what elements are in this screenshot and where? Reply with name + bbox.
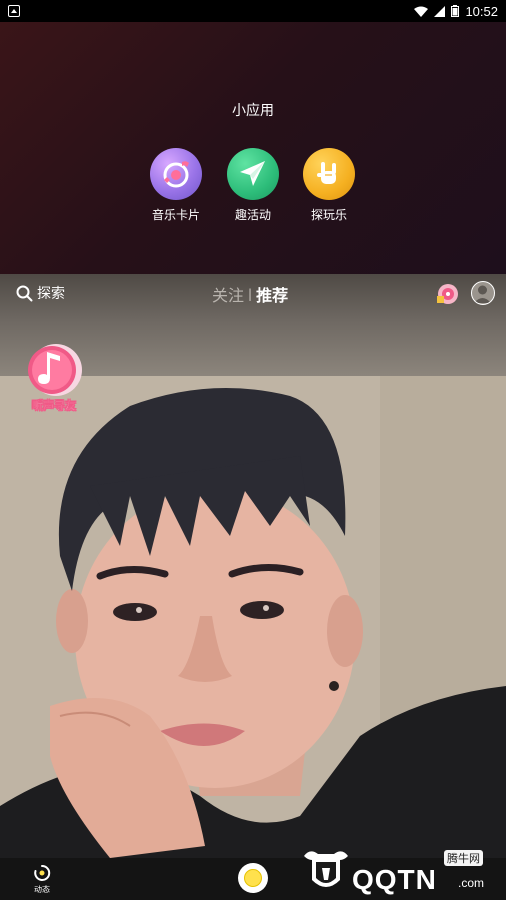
tab-separator: | bbox=[248, 287, 253, 301]
search-label: 探索 bbox=[37, 286, 65, 302]
watermark-sub: 腾牛网 bbox=[444, 850, 483, 866]
mini-app-label: 探玩乐 bbox=[310, 208, 347, 222]
nav-dynamic-label: 动态 bbox=[34, 885, 50, 894]
portrait-illustration bbox=[0, 376, 506, 858]
watermark-dotcom: .com bbox=[458, 876, 485, 890]
record-button[interactable] bbox=[238, 863, 268, 893]
top-nav: 探索 关注 | 推荐 bbox=[0, 274, 506, 314]
mini-app-activities[interactable]: 趣活动 bbox=[218, 148, 288, 223]
bull-logo-icon bbox=[304, 851, 348, 887]
status-right: 10:52 bbox=[414, 4, 498, 19]
avatar[interactable] bbox=[471, 281, 495, 305]
user-silhouette-icon bbox=[474, 285, 491, 303]
signal-icon bbox=[434, 5, 446, 17]
status-left bbox=[8, 5, 20, 17]
search-button[interactable]: 探索 bbox=[16, 283, 65, 303]
mini-app-label: 音乐卡片 bbox=[151, 208, 200, 222]
mini-apps-title: 小应用 bbox=[232, 103, 274, 119]
listen-badge-label: 听声寻友 bbox=[32, 399, 76, 412]
wifi-icon bbox=[414, 6, 429, 17]
battery-icon bbox=[451, 5, 460, 17]
tab-follow[interactable]: 关注 bbox=[212, 282, 244, 306]
notification-icon bbox=[8, 5, 20, 17]
mini-app-music-card[interactable]: 音乐卡片 bbox=[141, 148, 211, 223]
paper-plane-icon bbox=[227, 148, 279, 200]
status-bar: 10:52 bbox=[0, 0, 506, 22]
dynamic-icon bbox=[34, 864, 51, 881]
tab-recommend[interactable]: 推荐 bbox=[256, 282, 288, 306]
status-time: 10:52 bbox=[465, 3, 498, 19]
watermark-brand: QQTN bbox=[352, 864, 437, 895]
mini-app-explore-fun[interactable]: 探玩乐 bbox=[294, 148, 364, 223]
feed-tabs: 关注 | 推荐 bbox=[212, 282, 288, 306]
mini-apps-list: 音乐卡片 趣活动 探玩乐 bbox=[0, 148, 506, 228]
feed: 探索 关注 | 推荐 听声寻友 bbox=[0, 274, 506, 858]
listen-find-friends-badge[interactable]: 听声寻友 bbox=[22, 342, 86, 420]
mini-app-label: 趣活动 bbox=[234, 208, 271, 222]
music-note-disc-icon bbox=[28, 344, 82, 396]
record-icon bbox=[244, 869, 262, 887]
rock-hand-icon bbox=[303, 148, 355, 200]
feed-photo[interactable] bbox=[0, 376, 506, 858]
music-record-icon[interactable] bbox=[437, 283, 459, 305]
search-icon bbox=[16, 285, 33, 301]
music-card-icon bbox=[150, 148, 202, 200]
watermark: QQTN 腾牛网 .com bbox=[300, 846, 500, 896]
nav-dynamic[interactable]: 动态 bbox=[30, 864, 54, 895]
mini-apps-panel: 小应用 音乐卡片 趣活动 探玩乐 bbox=[0, 22, 506, 274]
app-screen: 10:52 小应用 音乐卡片 趣活动 探玩乐 探索 关注 | 推荐 听声寻友 动… bbox=[0, 0, 506, 900]
